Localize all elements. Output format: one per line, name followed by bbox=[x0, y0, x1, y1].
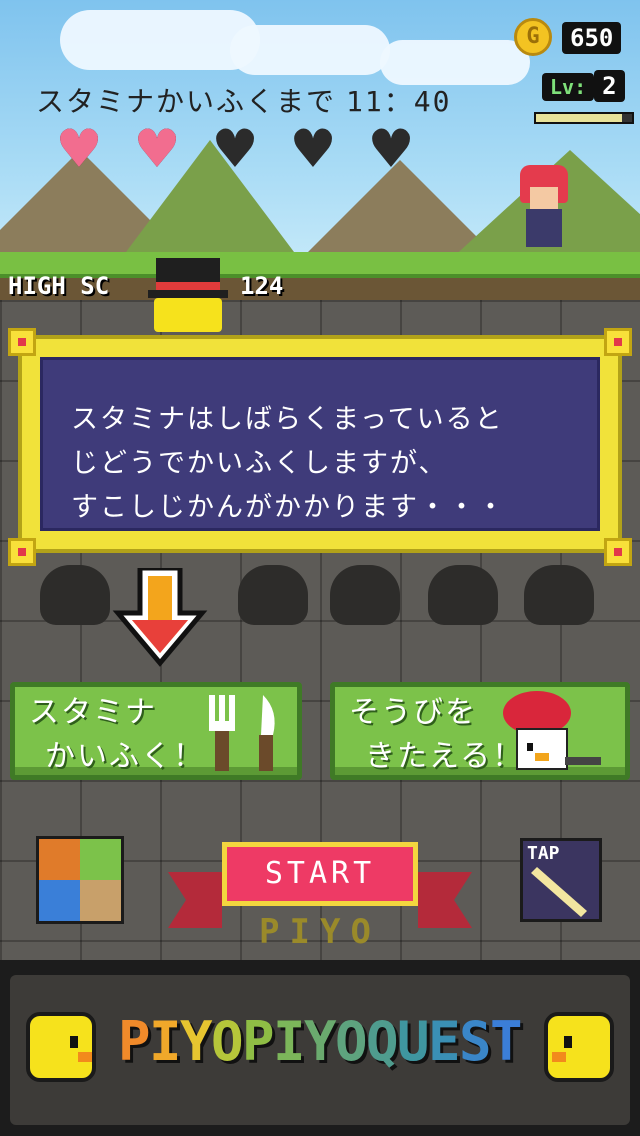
down-arrow-icon bbox=[112, 568, 208, 667]
dialog-line-3: すこしじかんがかかります・・・ bbox=[71, 492, 506, 523]
level-value: 2 bbox=[594, 70, 625, 102]
skill-tile-orange bbox=[39, 839, 80, 880]
logo-letter: T bbox=[490, 1010, 523, 1073]
heart-full-icon: ♥ bbox=[137, 113, 177, 187]
level-prefix: Lv: bbox=[542, 73, 595, 101]
logo-letter: U bbox=[397, 1010, 430, 1073]
stamina-button-line-1: スタミナ bbox=[29, 695, 157, 730]
heart-full-icon: ♥ bbox=[59, 113, 99, 187]
level-progress-fill bbox=[536, 114, 623, 122]
dialog-panel: スタミナはしばらくまっていると じどうでかいふくしますが、 すこしじかんがかかり… bbox=[40, 357, 600, 531]
level-badge: Lv: 2 bbox=[542, 70, 625, 102]
logo-letter: O bbox=[211, 1010, 244, 1073]
fork-knife-icon bbox=[209, 695, 275, 771]
heart-empty-icon: ♥ bbox=[215, 113, 255, 187]
dialog-corner-stud bbox=[604, 538, 632, 566]
heart-empty-icon: ♥ bbox=[371, 113, 411, 187]
chick-icon-left bbox=[26, 1012, 96, 1082]
cloud bbox=[380, 40, 530, 85]
start-button[interactable]: START bbox=[222, 842, 418, 906]
skill-tile-tan bbox=[80, 880, 121, 921]
heart-empty-icon: ♥ bbox=[293, 113, 333, 187]
skill-tile-green bbox=[80, 839, 121, 880]
logo-letter: Q bbox=[366, 1010, 399, 1073]
logo-letter: P bbox=[242, 1010, 275, 1073]
logo-letter: O bbox=[335, 1010, 368, 1073]
start-label: START bbox=[264, 856, 376, 891]
locked-character-silhouette bbox=[238, 565, 308, 625]
chick-with-hat bbox=[148, 258, 228, 338]
logo-letter: Y bbox=[180, 1010, 213, 1073]
chick-blacksmith-icon bbox=[503, 691, 601, 770]
stamina-button-line-2: かいふく！ bbox=[45, 739, 205, 774]
sword-icon bbox=[531, 867, 587, 917]
logo-letter: S bbox=[459, 1010, 492, 1073]
tap-label: TAP bbox=[527, 843, 560, 864]
logo-letter: I bbox=[273, 1010, 306, 1073]
skills-menu-button[interactable] bbox=[36, 836, 124, 924]
coin-count: 650 bbox=[562, 22, 622, 54]
hero-character bbox=[518, 165, 570, 255]
locked-character-silhouette bbox=[40, 565, 110, 625]
chick-icon-right bbox=[544, 1012, 614, 1082]
logo-letter: P bbox=[118, 1010, 151, 1073]
stamina-recover-button[interactable]: スタミナ かいふく！ bbox=[10, 682, 302, 780]
equipment-upgrade-button[interactable]: そうびを きたえる！ bbox=[330, 682, 630, 780]
logo-letter: I bbox=[149, 1010, 182, 1073]
cloud bbox=[60, 10, 260, 70]
tap-card-button[interactable]: TAP bbox=[520, 838, 602, 922]
logo-letter: Y bbox=[304, 1010, 337, 1073]
locked-character-silhouette bbox=[428, 565, 498, 625]
dialog-corner-stud bbox=[8, 538, 36, 566]
stamina-dialog: スタミナはしばらくまっていると じどうでかいふくしますが、 すこしじかんがかかり… bbox=[18, 335, 622, 553]
logo-letter: E bbox=[428, 1010, 461, 1073]
coin-icon: G bbox=[514, 18, 552, 56]
high-score-label: HIGH SC bbox=[8, 272, 110, 300]
start-ribbon-text: PIYO bbox=[259, 912, 381, 952]
skill-tile-blue bbox=[39, 880, 80, 921]
dialog-line-1: スタミナはしばらくまっていると bbox=[71, 404, 504, 435]
level-progress-bar bbox=[534, 112, 634, 124]
dialog-corner-stud bbox=[8, 328, 36, 356]
dialog-line-2: じどうでかいふくしますが、 bbox=[71, 448, 448, 479]
stamina-hearts: ♥ ♥ ♥ ♥ ♥ bbox=[44, 118, 426, 182]
locked-character-silhouette bbox=[524, 565, 594, 625]
cloud bbox=[230, 25, 390, 75]
locked-character-silhouette bbox=[330, 565, 400, 625]
high-score-value: 124 bbox=[240, 272, 284, 300]
dialog-corner-stud bbox=[604, 328, 632, 356]
